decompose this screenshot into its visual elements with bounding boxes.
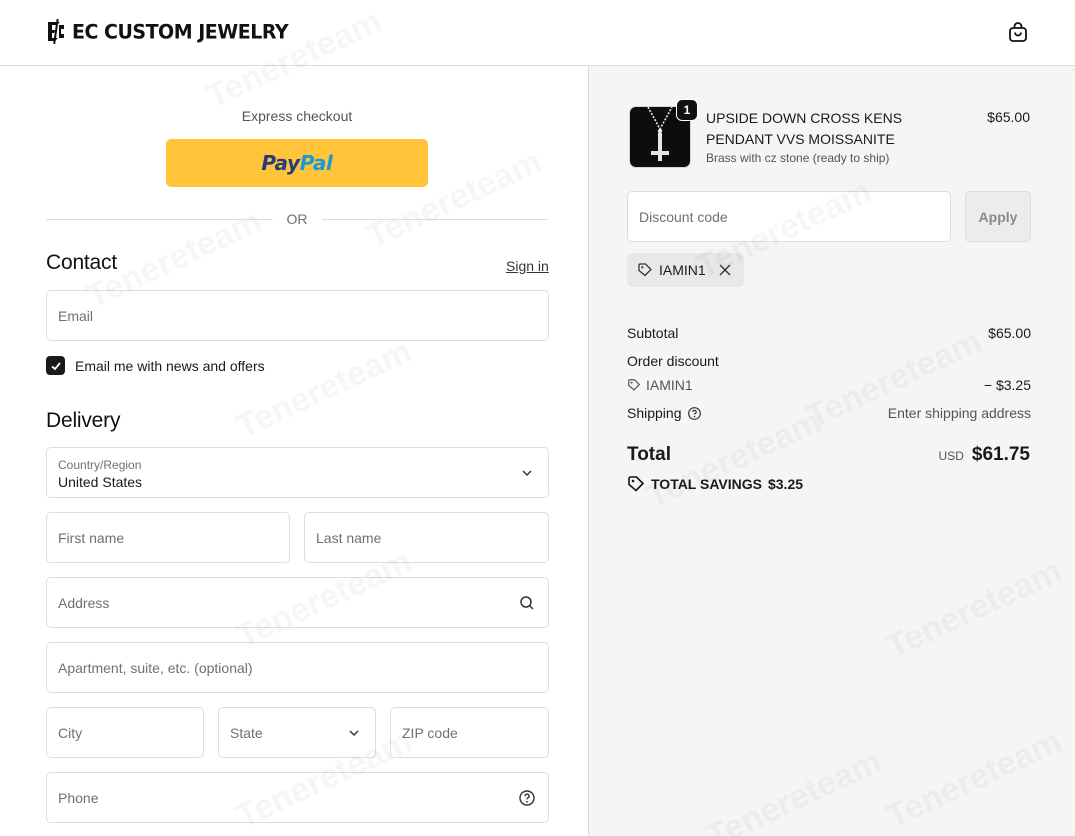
total-savings: TOTAL SAVINGS $3.25 [627, 475, 803, 493]
header: EC CUSTOM JEWELRY [0, 0, 1075, 66]
product-name: UPSIDE DOWN CROSS KENS PENDANT VVS MOISS… [706, 110, 903, 147]
address-field[interactable]: Address [46, 577, 549, 628]
search-icon[interactable] [518, 594, 536, 612]
paypal-logo: PayPal [261, 151, 333, 175]
chevron-down-icon [349, 730, 359, 737]
order-summary: 1 UPSIDE DOWN CROSS KENS PENDANT VVS MOI… [588, 66, 1075, 836]
discount-code-field[interactable]: Discount code [627, 191, 951, 242]
paypal-button[interactable]: PayPal [166, 139, 428, 187]
tag-icon [638, 263, 652, 277]
savings-tag-icon [628, 476, 645, 492]
order-discount-row: Order discount [627, 353, 719, 369]
first-name-field[interactable]: First name [46, 512, 290, 563]
subtotal-row: Subtotal $65.00 [627, 325, 1031, 341]
newsletter-checkbox[interactable] [46, 356, 65, 375]
state-select[interactable]: State [218, 707, 376, 758]
applied-discount-code: IAMIN1 [659, 262, 706, 278]
last-name-field[interactable]: Last name [304, 512, 549, 563]
email-field[interactable]: Email [46, 290, 549, 341]
newsletter-label: Email me with news and offers [75, 357, 265, 374]
checkout-form: Express checkout PayPal OR Contact Sign … [0, 66, 588, 836]
contact-title: Contact [46, 251, 117, 274]
country-select[interactable]: Country/Region United States [46, 447, 549, 498]
product-variant: Brass with cz stone (ready to ship) [706, 151, 890, 165]
discount-code-row: IAMIN1 − $3.25 [627, 377, 1031, 393]
brand-mark-icon [48, 19, 64, 44]
shopping-bag-icon[interactable] [1006, 20, 1030, 44]
applied-discount-chip: IAMIN1 [627, 253, 744, 287]
city-field[interactable]: City [46, 707, 204, 758]
help-circle-icon[interactable] [518, 789, 536, 807]
total-amount: USD $61.75 [938, 444, 1030, 465]
brand-logo[interactable]: EC CUSTOM JEWELRY [46, 19, 289, 44]
newsletter-checkbox-row[interactable]: Email me with news and offers [46, 356, 265, 375]
tag-icon [628, 379, 641, 391]
or-divider: OR [46, 210, 548, 228]
apartment-field[interactable]: Apartment, suite, etc. (optional) [46, 642, 549, 693]
apply-discount-button[interactable]: Apply [965, 191, 1031, 242]
product-price: $65.00 [987, 109, 1030, 125]
checkmark-icon [50, 361, 61, 370]
total-label: Total [627, 444, 671, 465]
sign-in-link[interactable]: Sign in [506, 258, 549, 274]
chevron-down-icon [522, 470, 532, 477]
phone-field[interactable]: Phone [46, 772, 549, 823]
shipping-row: Shipping Enter shipping address [627, 405, 1031, 421]
delivery-title: Delivery [46, 409, 121, 432]
close-icon[interactable] [716, 261, 734, 279]
quantity-badge: 1 [676, 99, 698, 121]
zip-code-field[interactable]: ZIP code [390, 707, 549, 758]
express-checkout-label: Express checkout [241, 108, 353, 124]
brand-name: EC CUSTOM JEWELRY [72, 19, 289, 44]
help-circle-icon[interactable] [687, 406, 702, 421]
